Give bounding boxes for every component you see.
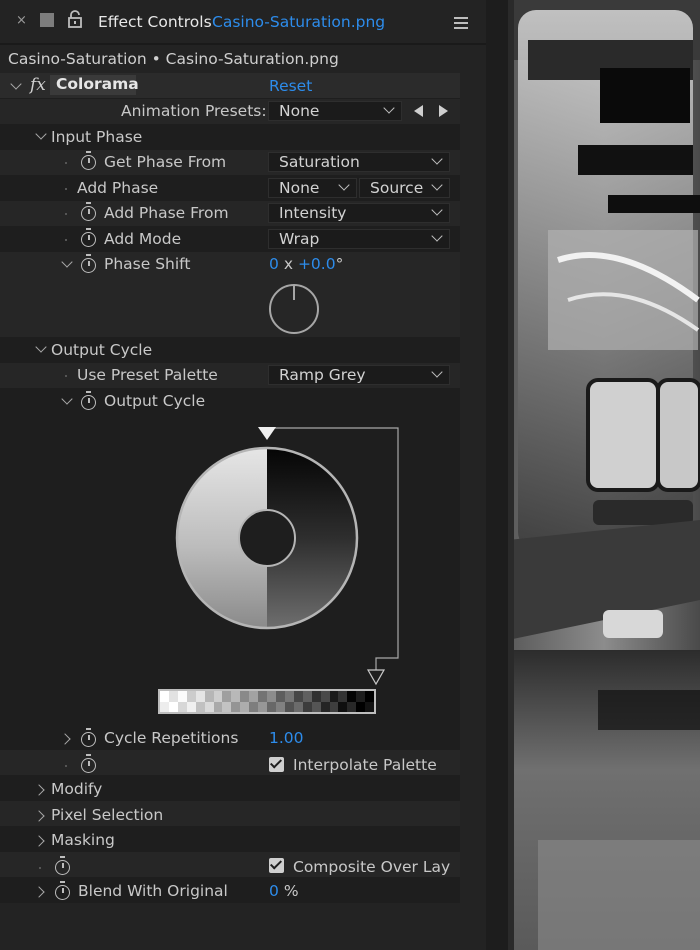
output-cycle-label: Output Cycle <box>104 392 206 410</box>
palette-swatch <box>160 691 169 712</box>
effect-name[interactable]: Colorama <box>50 75 139 95</box>
add-phase-from-dropdown[interactable]: Intensity <box>268 203 450 223</box>
panel-square-icon[interactable] <box>40 13 54 27</box>
palette-swatch <box>258 691 268 712</box>
palette-swatch <box>204 691 214 712</box>
add-phase-label: Add Phase <box>77 179 159 197</box>
tree-dot <box>65 765 67 767</box>
stopwatch-icon[interactable] <box>55 881 70 900</box>
palette-swatch <box>177 691 187 712</box>
palette-swatch <box>293 691 303 712</box>
stopwatch-icon[interactable] <box>81 228 96 247</box>
palette-swatch <box>186 691 196 712</box>
output-cycle-wheel[interactable] <box>150 418 410 720</box>
output-cycle-group[interactable]: Output Cycle <box>51 341 152 359</box>
palette-swatch <box>275 691 285 712</box>
panel-header: × Effect Controls Casino-Saturation.png <box>0 0 486 44</box>
hamburger-menu-icon[interactable] <box>454 14 468 33</box>
next-arrow-icon[interactable] <box>439 105 448 117</box>
stopwatch-icon[interactable] <box>81 254 96 273</box>
pixel-selection-group[interactable]: Pixel Selection <box>51 806 163 824</box>
effect-controls-panel: × Effect Controls Casino-Saturation.png … <box>0 0 486 950</box>
chevron-down-icon <box>431 230 443 242</box>
masking-group[interactable]: Masking <box>51 831 115 849</box>
modify-group[interactable]: Modify <box>51 780 102 798</box>
close-icon[interactable]: × <box>16 13 27 28</box>
palette-swatch <box>320 691 330 712</box>
stopwatch-icon[interactable] <box>81 151 96 170</box>
interpolate-palette-label: Interpolate Palette <box>293 756 437 774</box>
chevron-down-icon <box>338 179 350 191</box>
palette-swatch <box>213 691 223 712</box>
blend-with-original-value[interactable]: 0 % <box>269 882 299 900</box>
chevron-down-icon <box>431 153 443 165</box>
palette-swatch <box>249 691 259 712</box>
chevron-down-icon <box>383 102 395 114</box>
tree-dot <box>39 867 41 869</box>
add-mode-dropdown[interactable]: Wrap <box>268 229 450 249</box>
palette-swatch <box>195 691 205 712</box>
cycle-repetitions-label: Cycle Repetitions <box>104 729 239 747</box>
palette-swatch <box>347 691 357 712</box>
stopwatch-icon[interactable] <box>81 754 96 773</box>
cycle-repetitions-value[interactable]: 1.00 <box>269 729 304 747</box>
palette-swatch <box>311 691 321 712</box>
add-phase-from-label: Add Phase From <box>104 204 229 222</box>
stopwatch-icon[interactable] <box>81 202 96 221</box>
palette-ramp[interactable] <box>158 689 376 714</box>
tree-dot <box>65 162 67 164</box>
palette-swatch <box>302 691 312 712</box>
blend-with-original-label: Blend With Original <box>78 882 228 900</box>
chevron-down-icon <box>431 204 443 216</box>
palette-swatch <box>168 691 178 712</box>
palette-swatch <box>222 691 232 712</box>
panel-splitter[interactable] <box>486 0 508 950</box>
composite-over-layer-checkbox[interactable] <box>269 858 284 873</box>
tree-dot <box>65 239 67 241</box>
previous-arrow-icon[interactable] <box>414 105 423 117</box>
add-phase-source-dropdown[interactable]: Source <box>359 178 450 198</box>
composite-over-layer-label: Composite Over Lay <box>293 858 451 876</box>
panel-file-tab[interactable]: Casino-Saturation.png <box>212 13 385 31</box>
add-mode-label: Add Mode <box>104 230 182 248</box>
use-preset-palette-label: Use Preset Palette <box>77 366 218 384</box>
palette-swatch <box>231 691 241 712</box>
panel-title[interactable]: Effect Controls <box>98 13 212 31</box>
palette-swatch <box>338 691 348 712</box>
header-divider <box>0 43 486 45</box>
composition-image <box>508 0 700 950</box>
use-preset-palette-dropdown[interactable]: Ramp Grey <box>268 365 450 385</box>
layer-path: Casino-Saturation • Casino-Saturation.pn… <box>8 50 339 68</box>
chevron-down-icon <box>431 179 443 191</box>
add-phase-layer-dropdown[interactable]: None <box>268 178 357 198</box>
animation-presets-label: Animation Presets: <box>121 102 267 120</box>
get-phase-from-label: Get Phase From <box>104 153 227 171</box>
phase-shift-value[interactable]: 0 x +0.0° <box>269 255 343 273</box>
palette-swatch <box>329 691 339 712</box>
fx-badge[interactable]: fx <box>30 75 46 95</box>
animation-presets-dropdown[interactable]: None <box>268 101 402 121</box>
tree-dot <box>65 188 67 190</box>
palette-swatch <box>267 691 276 712</box>
stopwatch-icon[interactable] <box>55 856 70 875</box>
tree-dot <box>65 213 67 215</box>
palette-swatch <box>240 691 250 712</box>
palette-swatch <box>284 691 294 712</box>
composition-viewer[interactable] <box>508 0 700 950</box>
get-phase-from-dropdown[interactable]: Saturation <box>268 152 450 172</box>
palette-swatch <box>365 691 375 712</box>
chevron-down-icon <box>431 366 443 378</box>
tree-dot <box>65 375 67 377</box>
stopwatch-icon[interactable] <box>81 391 96 410</box>
stopwatch-icon[interactable] <box>81 728 96 747</box>
lock-icon[interactable] <box>68 10 82 32</box>
palette-swatch <box>356 691 366 712</box>
phase-shift-label: Phase Shift <box>104 255 191 273</box>
interpolate-palette-checkbox[interactable] <box>269 757 284 772</box>
phase-shift-dial[interactable] <box>267 282 321 336</box>
reset-button[interactable]: Reset <box>269 77 312 95</box>
input-phase-group[interactable]: Input Phase <box>51 128 142 146</box>
